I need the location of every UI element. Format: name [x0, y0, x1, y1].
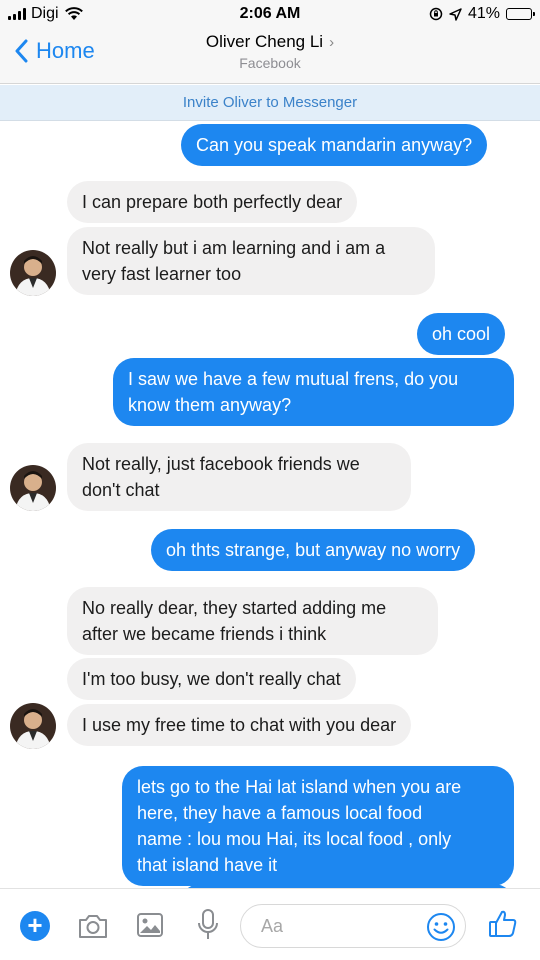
contact-info[interactable]: Oliver Cheng Li › Facebook — [0, 32, 540, 71]
message-input[interactable]: Aa — [240, 904, 466, 948]
status-bar: Digi 2:06 AM 41% — [0, 0, 540, 28]
message-bubble-incoming[interactable]: Not really but i am learning and i am a … — [67, 227, 435, 295]
message-line: name : lou mou Hai, its local food , onl… — [137, 829, 452, 849]
message-bubble-outgoing[interactable]: oh cool — [417, 313, 506, 355]
message-line: here, they have a famous local food — [137, 803, 423, 823]
contact-avatar[interactable] — [10, 703, 56, 749]
message-input-placeholder: Aa — [261, 916, 284, 936]
plus-icon[interactable]: + — [20, 911, 50, 941]
message-bubble-incoming[interactable]: I use my free time to chat with you dear — [67, 704, 412, 746]
message-line: lets go to the Hai lat island when you a… — [137, 777, 462, 797]
message-line: know them anyway? — [128, 395, 292, 415]
battery-percent: 41% — [467, 5, 500, 22]
message-line: that island have it — [137, 855, 278, 875]
rotation-lock-icon — [429, 7, 443, 21]
message-line: No really dear, they started adding me — [82, 598, 387, 618]
message-line: I saw we have a few mutual frens, do you — [128, 369, 459, 389]
message-line: very fast learner too — [82, 264, 242, 284]
message-bubble-outgoing[interactable]: oh thts strange, but anyway no worry — [151, 529, 476, 571]
image-icon[interactable] — [136, 911, 164, 939]
message-bubble-incoming[interactable]: I'm too busy, we don't really chat — [67, 658, 356, 700]
composer-toolbar: + Aa — [0, 888, 540, 960]
message-line: Not really, just facebook friends we — [82, 454, 360, 474]
message-bubble-outgoing[interactable]: I saw we have a few mutual frens, do you… — [113, 358, 514, 426]
avatar-photo — [10, 465, 56, 511]
message-bubble-incoming[interactable]: Not really, just facebook friends we don… — [67, 443, 411, 511]
contact-avatar[interactable] — [10, 465, 56, 511]
contact-subtitle: Facebook — [239, 55, 301, 71]
message-line: don't chat — [82, 480, 160, 500]
thumbs-up-icon[interactable] — [487, 908, 519, 940]
chevron-right-icon: › — [329, 34, 335, 51]
camera-icon[interactable] — [77, 912, 109, 940]
microphone-icon[interactable] — [196, 908, 220, 942]
message-bubble-incoming[interactable]: No really dear, they started adding me a… — [67, 587, 438, 655]
contact-title: Oliver Cheng Li › — [0, 32, 540, 52]
message-bubble-outgoing[interactable]: lets go to the Hai lat island when you a… — [122, 766, 514, 886]
emoji-icon[interactable] — [426, 912, 456, 942]
invite-banner[interactable]: Invite Oliver to Messenger — [0, 85, 540, 121]
message-bubble-outgoing[interactable]: Can you speak mandarin anyway? — [181, 124, 488, 166]
contact-avatar[interactable] — [10, 250, 56, 296]
conversation-header: Home Oliver Cheng Li › Facebook — [0, 28, 540, 84]
avatar-photo — [10, 703, 56, 749]
message-line: after we became friends i think — [82, 624, 327, 644]
status-right: 41% — [429, 5, 535, 23]
location-arrow-icon — [449, 7, 462, 21]
battery-icon — [506, 8, 535, 20]
avatar-photo — [10, 250, 56, 296]
message-line: Not really but i am learning and i am a — [82, 238, 386, 258]
message-bubble-incoming[interactable]: I can prepare both perfectly dear — [67, 181, 358, 223]
contact-name: Oliver Cheng Li — [205, 32, 324, 51]
